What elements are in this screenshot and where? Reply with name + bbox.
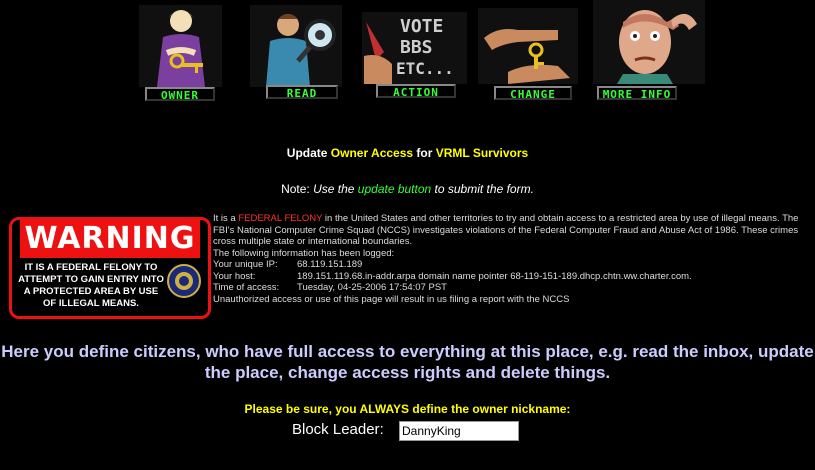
note-prefix: Note: [281, 182, 314, 196]
block-leader-colon: : [379, 421, 384, 438]
warning-banner: WARNING IT IS A FEDERAL FELONY TO ATTEMP… [9, 217, 211, 319]
title-owner-access: Owner Access [330, 146, 414, 160]
time-row: Time of access: Tuesday, 04-25-2006 17:54… [213, 282, 813, 294]
nav-action[interactable]: VOTE BBS ETC... ACTION [362, 12, 467, 102]
owner-nickname-instruction: Please be sure, you ALWAYS define the ow… [244, 402, 571, 416]
vote-sign-line1: VOTE [400, 16, 443, 37]
host-value: 189.151.119.68.in-addr.arpa domain name … [297, 270, 692, 282]
legal-paragraph: It is a FEDERAL FELONY in the United Sta… [213, 213, 813, 248]
vote-sign-line2: BBS [400, 37, 433, 58]
nav-label-more-info: MORE INFO [597, 86, 677, 101]
man-with-magnifier-icon [250, 5, 342, 87]
nav-read[interactable]: READ [250, 5, 342, 103]
nav-bar: OWNER READ VOTE BBS ETC... ACTION CHANGE… [0, 0, 815, 110]
update-button-link[interactable]: update button [358, 182, 431, 196]
note-italic2: to submit the form. [431, 182, 534, 196]
block-leader-label: Block Leader: [292, 421, 384, 438]
time-value: Tuesday, 04-25-2006 17:54:07 PST [297, 282, 447, 293]
ip-label: Your unique IP: [213, 259, 278, 270]
nav-more-info[interactable]: MORE INFO [593, 0, 705, 102]
ip-row: Your unique IP: 68.119.151.189 [213, 259, 813, 271]
title-place-name: VRML Survivors [435, 146, 529, 160]
nav-owner[interactable]: OWNER [139, 5, 222, 103]
warning-heading: WARNING [20, 220, 200, 258]
legal-notice: It is a FEDERAL FELONY in the United Sta… [213, 213, 813, 305]
vote-sign-line3: ETC... [396, 59, 454, 78]
nav-change[interactable]: CHANGE [478, 8, 578, 102]
nav-label-owner: OWNER [145, 87, 215, 102]
head-thinking-icon [593, 0, 705, 84]
legal-felony: FEDERAL FELONY [238, 213, 323, 224]
page-title: Update Owner Access for VRML Survivors [0, 146, 815, 160]
vote-bbs-etc-icon: VOTE BBS ETC... [362, 12, 467, 84]
block-leader-field-row: Block Leader: [292, 421, 519, 441]
host-row: Your host: 189.151.119.68.in-addr.arpa do… [213, 271, 813, 283]
host-label: Your host: [213, 270, 256, 282]
ip-value: 68.119.151.189 [297, 259, 363, 270]
note-text: Note: Use the update button to submit th… [0, 182, 815, 196]
define-description: Here you define citizens, who have full … [1, 342, 814, 382]
legal-p1-a: It is a [213, 213, 239, 224]
hand-with-key-icon [478, 8, 578, 84]
fbi-seal-icon [167, 264, 201, 298]
block-leader-input[interactable] [399, 421, 519, 441]
block-leader-label-text: Block Leader [292, 421, 380, 438]
woman-holding-key-icon [139, 5, 222, 87]
nav-label-action: ACTION [376, 84, 456, 99]
title-prefix: Update [286, 146, 331, 160]
time-label: Time of access: [213, 282, 280, 293]
nav-label-read: READ [266, 85, 338, 100]
legal-logged: The following information has been logge… [213, 247, 395, 259]
nav-label-change: CHANGE [494, 86, 572, 101]
legal-closing: Unauthorized access or use of this page … [213, 293, 570, 305]
note-italic1: Use the [313, 182, 358, 196]
warning-body: IT IS A FEDERAL FELONY TO ATTEMPT TO GAI… [18, 262, 164, 309]
title-mid: for [413, 146, 436, 160]
